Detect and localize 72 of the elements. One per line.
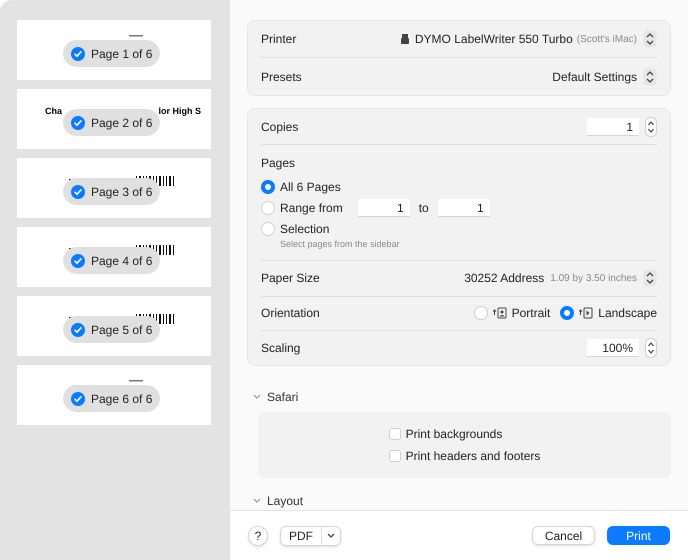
portrait-icon <box>492 307 507 319</box>
printer-name: DYMO LabelWriter 550 Turbo <box>414 31 573 48</box>
stepper-icon <box>643 269 657 287</box>
page-thumbnail[interactable]: Page 6 of 6 <box>17 365 211 425</box>
pdf-label: PDF <box>281 526 322 544</box>
page-badge[interactable]: Page 5 of 6 <box>63 316 160 343</box>
page-thumbnail[interactable]: Page 1 of 6 <box>17 20 211 80</box>
option-label: Portrait <box>512 305 550 322</box>
option-label: Landscape <box>598 305 657 322</box>
checkbox-label: Print headers and footers <box>406 448 540 465</box>
pdf-menu-button[interactable]: PDF <box>280 526 341 546</box>
option-label: Selection <box>280 221 330 238</box>
popup-button[interactable]: DYMO LabelWriter 550 Turbo (Scott's iMac) <box>400 30 657 48</box>
page-label: Page 4 of 6 <box>91 252 152 270</box>
popup-button[interactable]: 30252 Address 1.09 by 3.50 inches <box>464 269 657 287</box>
page-thumbnail[interactable]: Page 3 of 6 <box>17 158 211 218</box>
option-label: Range from <box>280 200 343 217</box>
checkbox[interactable] <box>388 428 401 440</box>
print-button[interactable]: Print <box>607 526 670 545</box>
page-badge[interactable]: Page 3 of 6 <box>63 178 160 205</box>
printer-host: (Scott's iMac) <box>576 32 637 46</box>
number-field[interactable]: 1 <box>358 199 410 217</box>
page-label: Page 1 of 6 <box>91 46 152 62</box>
printer-icon <box>400 34 409 44</box>
section-header[interactable]: Layout <box>253 492 671 510</box>
landscape-icon <box>579 307 594 319</box>
field-label: Orientation <box>261 305 320 322</box>
preset-value: Default Settings <box>552 68 637 86</box>
page-label: Page 6 of 6 <box>91 390 152 408</box>
field-label: Scaling <box>261 340 300 356</box>
page-label: Page 2 of 6 <box>91 114 152 132</box>
field-label: Paper Size <box>261 270 320 287</box>
field-label: Copies <box>261 118 298 136</box>
field-label: to <box>418 200 429 217</box>
checkbox-label: Print backgrounds <box>406 426 502 443</box>
radio-button[interactable] <box>560 306 574 320</box>
field-label: Printer <box>261 31 296 48</box>
page-thumbnail[interactable]: Page 4 of 6 <box>17 227 211 287</box>
page-label: Page 5 of 6 <box>91 322 152 338</box>
stepper-icon[interactable] <box>645 338 657 358</box>
radio-button[interactable] <box>474 306 488 320</box>
preview-text: lor High S <box>158 105 201 118</box>
page-label: Page 3 of 6 <box>91 184 152 200</box>
popup-button[interactable]: Default Settings <box>552 68 657 86</box>
paper-size-detail: 1.09 by 3.50 inches <box>550 272 637 286</box>
section-title: Safari <box>267 388 298 406</box>
help-button[interactable]: ? <box>248 526 268 546</box>
page-badge[interactable]: Page 4 of 6 <box>63 247 160 274</box>
hint-text: Select pages from the sidebar <box>279 238 401 251</box>
stepper-icon <box>643 30 657 48</box>
preview-text: Cha <box>45 105 62 118</box>
option-label: All 6 Pages <box>280 179 341 196</box>
stepper-icon <box>643 68 657 86</box>
radio-button[interactable] <box>261 222 275 236</box>
stepper-icon[interactable] <box>645 116 657 136</box>
page-thumbnail[interactable]: Cha lor High S Page 2 of 6 <box>17 89 211 149</box>
number-field[interactable]: 1 <box>587 118 639 136</box>
radio-button[interactable] <box>261 180 275 194</box>
page-badge[interactable]: Page 1 of 6 <box>63 40 160 67</box>
page-badge[interactable]: Page 6 of 6 <box>63 385 160 412</box>
page-thumbnail[interactable]: Page 5 of 6 <box>17 296 211 356</box>
cancel-button[interactable]: Cancel <box>532 526 595 545</box>
number-field[interactable]: 1 <box>438 199 490 217</box>
section-header[interactable]: Safari <box>253 388 671 406</box>
field-label: Pages <box>261 155 296 172</box>
section-title: Layout <box>267 493 304 510</box>
page-badge[interactable]: Page 2 of 6 <box>63 109 160 136</box>
field-label: Presets <box>261 68 302 86</box>
radio-button[interactable] <box>261 201 275 215</box>
paper-size-value: 30252 Address <box>464 270 544 287</box>
number-field[interactable]: 100% <box>587 338 639 356</box>
checkbox[interactable] <box>388 450 401 462</box>
